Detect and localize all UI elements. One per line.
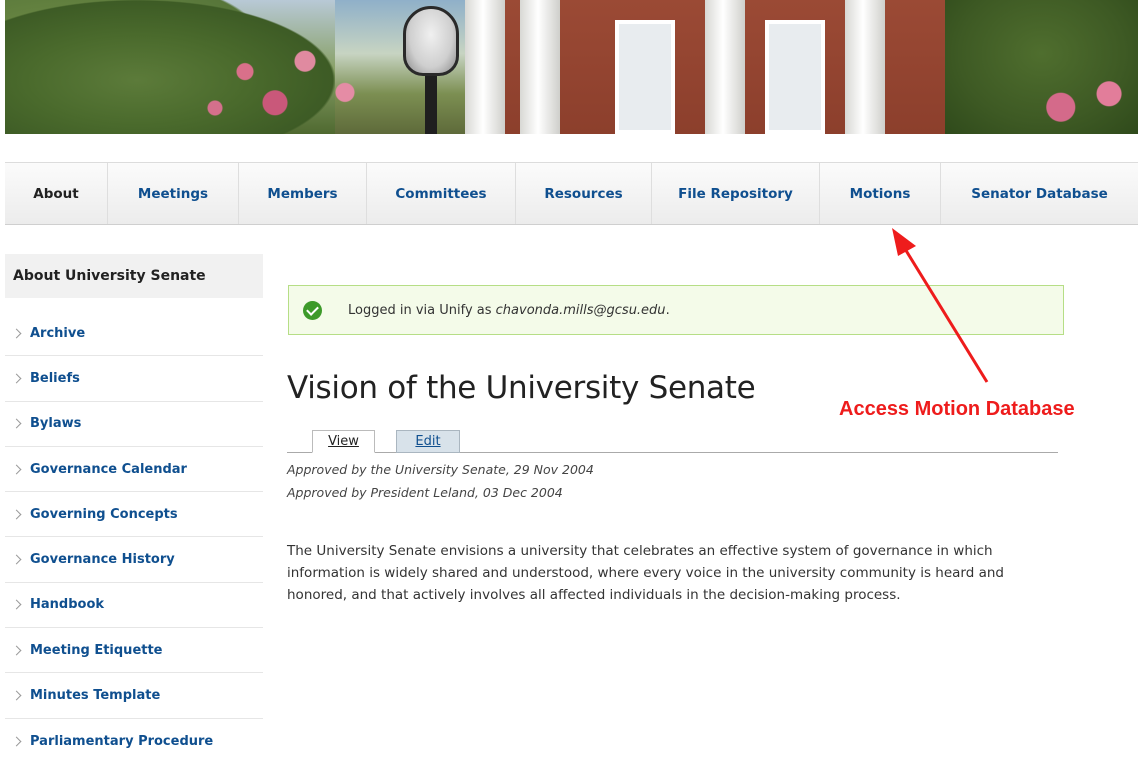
chevron-right-icon: [11, 373, 22, 384]
chevron-right-icon: [11, 464, 22, 474]
banner-column: [465, 0, 505, 134]
banner-building: [465, 0, 945, 134]
banner-trees-right: [945, 0, 1138, 134]
sidebar-item-label: Parliamentary Procedure: [30, 733, 214, 749]
sidebar-item-label: Governance Calendar: [30, 461, 187, 477]
nav-item-resources[interactable]: Resources: [516, 163, 652, 224]
sidebar-item-governing-concepts[interactable]: Governing Concepts: [5, 492, 263, 538]
sidebar-item-minutes-template[interactable]: Minutes Template: [5, 673, 263, 719]
chevron-right-icon: [11, 554, 22, 565]
sidebar-heading: About University Senate: [5, 254, 263, 298]
chevron-right-icon: [11, 509, 22, 520]
chevron-right-icon: [11, 645, 22, 656]
vision-statement: The University Senate envisions a univer…: [287, 543, 1005, 603]
sidebar-item-label: Meeting Etiquette: [30, 642, 163, 658]
nav-item-meetings[interactable]: Meetings: [108, 163, 239, 224]
header-banner-image: [5, 0, 1138, 134]
banner-column: [705, 0, 745, 134]
annotation-label: Access Motion Database: [839, 398, 1075, 420]
sidebar-item-label: Minutes Template: [30, 688, 161, 704]
sidebar-item-beliefs[interactable]: Beliefs: [5, 356, 263, 402]
sidebar-item-governance-history[interactable]: Governance History: [5, 537, 263, 583]
nav-item-senator-database[interactable]: Senator Database: [941, 163, 1138, 224]
annotation-arrow: [892, 228, 989, 383]
check-circle-icon: [303, 300, 322, 320]
status-text: Logged in via Unify as chavonda.mills@gc…: [348, 303, 670, 318]
sidebar-item-label: Archive: [30, 325, 86, 341]
tab-edit[interactable]: Edit: [396, 430, 460, 453]
status-suffix: .: [665, 302, 670, 318]
banner-column: [520, 0, 560, 134]
nav-item-file-repository[interactable]: File Repository: [652, 163, 820, 224]
sidebar-menu: Archive Beliefs Bylaws Governance Calend…: [5, 311, 263, 760]
sidebar-item-label: Governance History: [30, 552, 175, 568]
nav-item-members[interactable]: Members: [239, 163, 367, 224]
chevron-right-icon: [11, 418, 22, 429]
sidebar-item-meeting-etiquette[interactable]: Meeting Etiquette: [5, 628, 263, 674]
sidebar-item-handbook[interactable]: Handbook: [5, 583, 263, 629]
main-nav: About Meetings Members Committees Resour…: [5, 162, 1138, 225]
sidebar-item-bylaws[interactable]: Bylaws: [5, 402, 263, 447]
banner-window: [615, 20, 675, 134]
tab-view[interactable]: View: [312, 430, 375, 453]
nav-item-about[interactable]: About: [5, 163, 108, 224]
status-email: chavonda.mills@gcsu.edu: [495, 302, 666, 318]
sidebar-item-label: Bylaws: [30, 416, 82, 432]
content-tabs: View Edit: [287, 430, 1058, 453]
sidebar-item-archive[interactable]: Archive: [5, 311, 263, 357]
chevron-right-icon: [11, 599, 22, 610]
sidebar-item-label: Handbook: [30, 597, 105, 613]
nav-item-committees[interactable]: Committees: [367, 163, 516, 224]
status-prefix: Logged in via Unify as: [348, 302, 496, 318]
sidebar-item-governance-calendar[interactable]: Governance Calendar: [5, 447, 263, 493]
approval-line-president: Approved by President Leland, 03 Dec 200…: [287, 485, 563, 500]
banner-column: [845, 0, 885, 134]
banner-window: [765, 20, 825, 134]
sidebar-item-label: Beliefs: [30, 370, 80, 386]
approval-line-senate: Approved by the University Senate, 29 No…: [287, 462, 594, 477]
sidebar-item-label: Governing Concepts: [30, 506, 178, 522]
sidebar-item-parliamentary-procedure[interactable]: Parliamentary Procedure: [5, 719, 263, 760]
page-title: Vision of the University Senate: [287, 370, 756, 406]
banner-lamp: [397, 0, 467, 134]
nav-item-motions[interactable]: Motions: [820, 163, 941, 224]
banner-flowers: [185, 30, 385, 134]
chevron-right-icon: [11, 690, 22, 701]
chevron-right-icon: [11, 328, 22, 339]
chevron-right-icon: [11, 736, 22, 747]
